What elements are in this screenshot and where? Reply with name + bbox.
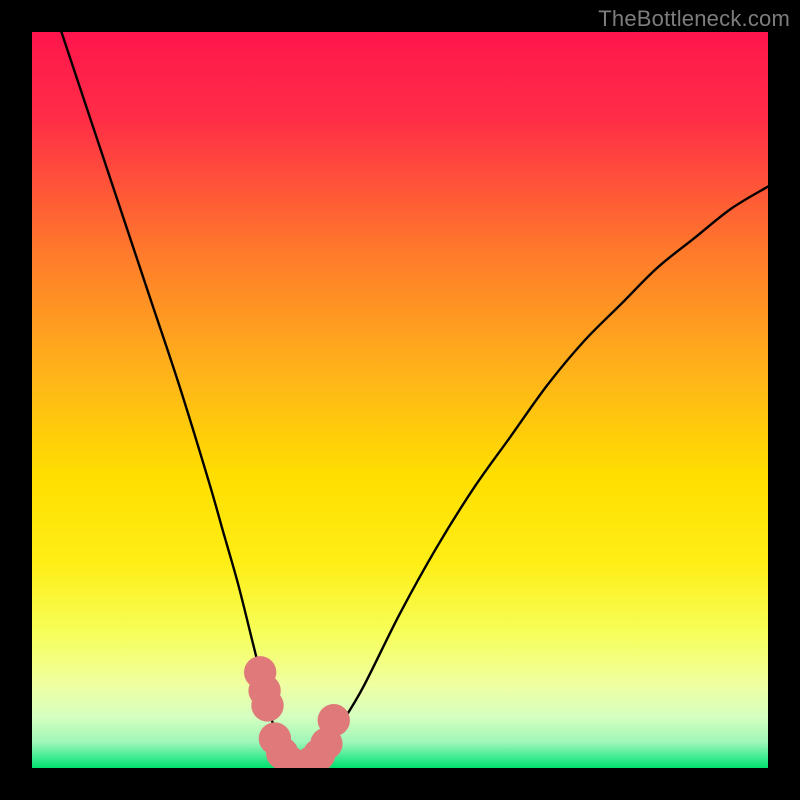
dot-highlight-dots-11 [318,704,350,736]
gradient-background [32,32,768,768]
plot-svg [32,32,768,768]
outer-frame: TheBottleneck.com [0,0,800,800]
watermark-text: TheBottleneck.com [598,6,790,32]
dot-highlight-dots-2 [251,689,283,721]
plot-area [32,32,768,768]
